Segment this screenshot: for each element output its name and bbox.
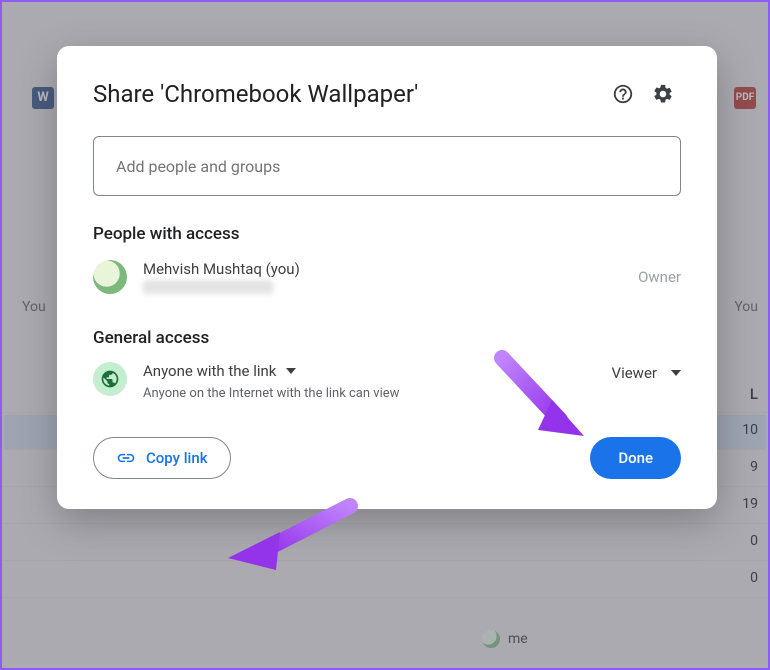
copy-link-label: Copy link [146,449,208,467]
user-avatar-icon [93,260,127,294]
chevron-down-icon [286,368,296,374]
link-icon [116,448,136,468]
done-button[interactable]: Done [590,437,681,479]
access-scope-label: Anyone with the link [143,362,276,380]
access-description: Anyone on the Internet with the link can… [143,386,612,401]
person-role: Owner [638,268,681,286]
globe-icon [93,362,127,396]
dialog-title: Share 'Chromebook Wallpaper' [93,80,601,108]
permission-label: Viewer [612,364,657,382]
people-with-access-heading: People with access [93,224,681,244]
help-icon[interactable] [605,76,641,112]
chevron-down-icon [671,370,681,376]
person-name: Mehvish Mushtaq (you) [143,260,638,278]
access-person-row: Mehvish Mushtaq (you) Owner [93,260,681,294]
share-dialog: Share 'Chromebook Wallpaper' People with… [57,46,717,509]
add-people-input[interactable] [93,136,681,196]
copy-link-button[interactable]: Copy link [93,437,231,479]
person-email-blurred [143,280,273,294]
permission-dropdown[interactable]: Viewer [612,364,681,382]
settings-icon[interactable] [645,76,681,112]
access-scope-dropdown[interactable]: Anyone with the link [143,362,612,380]
general-access-heading: General access [93,328,681,348]
